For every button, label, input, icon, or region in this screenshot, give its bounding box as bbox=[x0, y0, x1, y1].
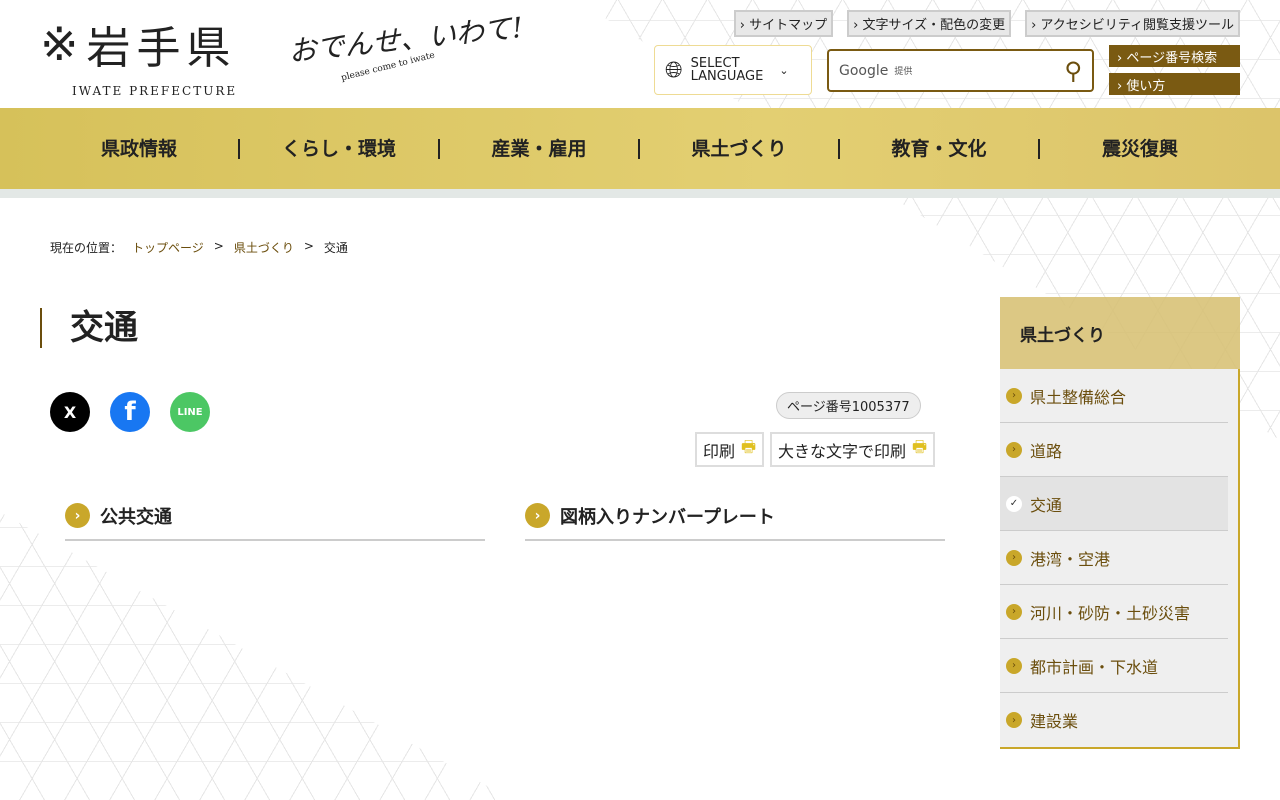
sitemap-link[interactable]: › サイトマップ bbox=[733, 10, 834, 37]
logo-subtitle: IWATE PREFECTURE bbox=[72, 84, 238, 98]
sidebar-item[interactable]: › 港湾・空港 bbox=[1000, 531, 1228, 585]
arrow-circle-icon: › bbox=[1006, 712, 1022, 728]
nav-item[interactable]: 教育・文化 bbox=[840, 138, 1040, 159]
breadcrumb-link[interactable]: トップページ bbox=[132, 239, 204, 256]
x-share-icon[interactable]: X bbox=[50, 392, 90, 432]
arrow-circle-icon: › bbox=[1006, 441, 1022, 458]
breadcrumb: 現在の位置： トップページ > 県土づくり > 交通 bbox=[50, 239, 348, 256]
prefecture-emblem-icon: ※ bbox=[40, 17, 79, 71]
accessibility-link[interactable]: › アクセシビリティ閲覧支援ツール bbox=[1025, 10, 1240, 37]
sidebar-item[interactable]: › 県土整備総合 bbox=[1000, 369, 1228, 423]
sidebar-item[interactable]: › 道路 bbox=[1000, 423, 1228, 477]
arrow-circle-icon: › bbox=[1006, 387, 1022, 404]
breadcrumb-current: 交通 bbox=[323, 241, 348, 255]
globe-icon: 🌐︎ bbox=[665, 57, 683, 83]
nav-item[interactable]: くらし・環境 bbox=[240, 138, 440, 159]
logo-text: 岩手県 bbox=[86, 23, 237, 74]
site-logo[interactable]: ※ 岩手県 bbox=[40, 12, 237, 76]
arrow-circle-icon: › bbox=[65, 503, 90, 528]
arrow-circle-icon: › bbox=[1006, 603, 1022, 620]
search-input[interactable]: Google 提供 ⚲ bbox=[827, 49, 1094, 92]
global-nav: 県政情報 くらし・環境 産業・雇用 県土づくり 教育・文化 震災復興 bbox=[0, 108, 1280, 198]
sidebar-item[interactable]: › 都市計画・下水道 bbox=[1000, 639, 1228, 693]
sidebar-item[interactable]: › 建設業 bbox=[1000, 693, 1228, 747]
font-color-link[interactable]: › 文字サイズ・配色の変更 bbox=[847, 10, 1012, 37]
arrow-circle-icon: › bbox=[525, 503, 550, 528]
category-link[interactable]: › 公共交通 bbox=[65, 492, 485, 541]
sidebar: 県土づくり › 県土整備総合 › 道路 ✓ 交通 › 港湾・空港 › 河川・砂防・土砂災害… bbox=[1000, 297, 1240, 749]
category-link[interactable]: › 図柄入りナンバープレート bbox=[525, 492, 945, 541]
line-share-icon[interactable]: LINE bbox=[170, 392, 210, 432]
sidebar-item-current: ✓ 交通 bbox=[1000, 477, 1228, 531]
printer-icon: 🖶 bbox=[741, 437, 757, 456]
nav-item[interactable]: 震災復興 bbox=[1040, 139, 1240, 159]
nav-item[interactable]: 県土づくり bbox=[640, 138, 840, 159]
page-title: 交通 bbox=[40, 308, 138, 348]
facebook-share-icon[interactable]: f bbox=[110, 392, 150, 432]
page-number-search-button[interactable]: › ページ番号検索 bbox=[1109, 45, 1240, 67]
print-button[interactable]: 印刷 🖶 bbox=[695, 432, 765, 467]
arrow-circle-icon: › bbox=[1006, 657, 1022, 674]
sidebar-item[interactable]: › 河川・砂防・土砂災害 bbox=[1000, 585, 1228, 639]
breadcrumb-link[interactable]: 県土づくり bbox=[234, 239, 294, 256]
page-number-badge: ページ番号1005377 bbox=[776, 392, 921, 419]
nav-item[interactable]: 産業・雇用 bbox=[440, 138, 640, 159]
site-header: ※ 岩手県 IWATE PREFECTURE おでんせ、いわて! please c… bbox=[0, 0, 1280, 108]
nav-item[interactable]: 県政情報 bbox=[40, 138, 240, 159]
printer-icon: 🖶 bbox=[912, 437, 928, 456]
sidebar-title-link[interactable]: 県土づくり bbox=[1020, 326, 1105, 346]
print-large-button[interactable]: 大きな文字で印刷 🖶 bbox=[770, 432, 936, 467]
language-select[interactable]: 🌐︎ SELECT LANGUAGE ⌄ bbox=[654, 45, 812, 95]
check-icon: ✓ bbox=[1006, 495, 1022, 512]
arrow-circle-icon: › bbox=[1006, 549, 1022, 566]
search-icon[interactable]: ⚲ bbox=[1064, 57, 1082, 85]
chevron-down-icon: ⌄ bbox=[779, 63, 789, 77]
howto-button[interactable]: › 使い方 bbox=[1109, 73, 1240, 95]
